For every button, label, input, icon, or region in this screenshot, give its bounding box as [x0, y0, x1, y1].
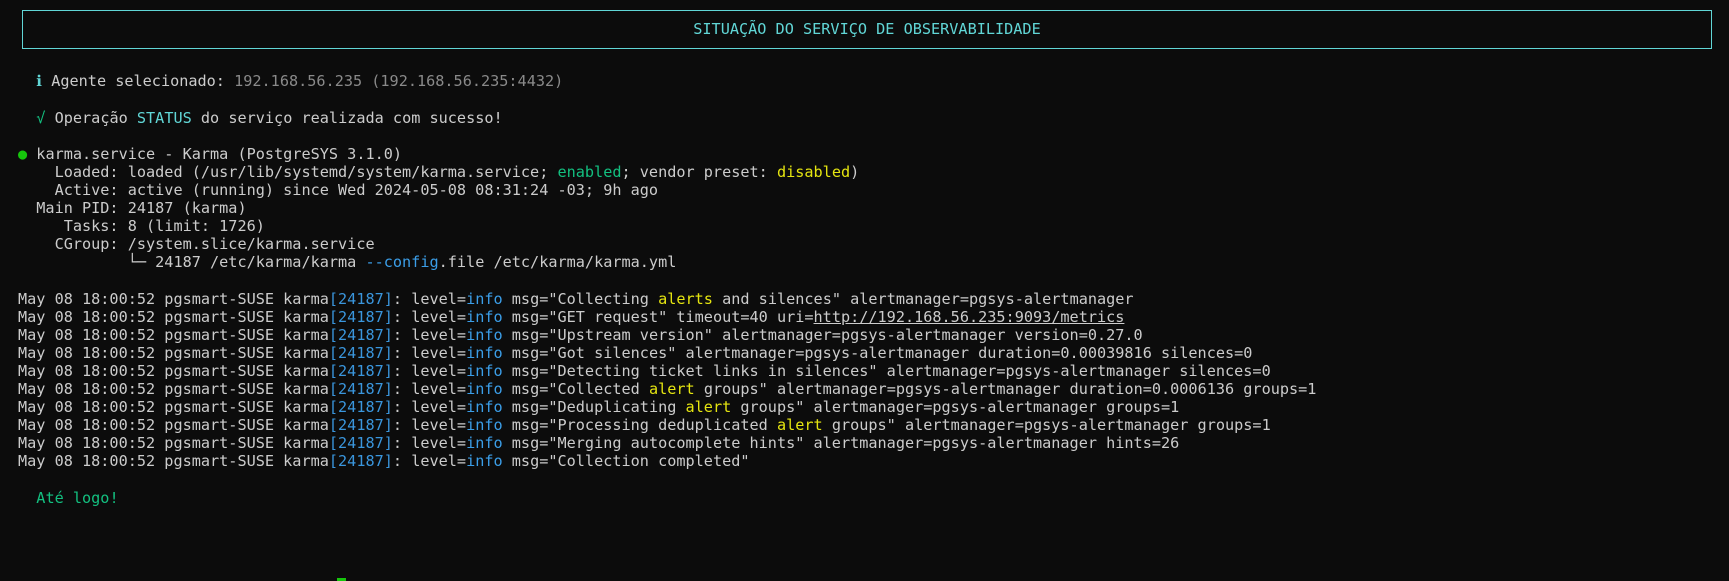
- operation-keyword: STATUS: [136, 109, 192, 127]
- log-prefix: May 08 18:00:52 pgsmart-SUSE karma: [18, 326, 329, 344]
- log-message-rest: groups" alertmanager=pgsys-alertmanager …: [694, 380, 1317, 398]
- goodbye-line: Até logo!: [18, 488, 1729, 508]
- operation-prefix: Operação: [45, 109, 137, 127]
- log-url-link[interactable]: http://192.168.56.235:9093/metrics: [814, 308, 1125, 326]
- cgroup-child-suffix: .file /etc/karma/karma.yml: [438, 253, 677, 271]
- status-dot-icon: ●: [18, 145, 28, 163]
- log-line: May 08 18:00:52 pgsmart-SUSE karma[24187…: [18, 397, 1729, 417]
- log-message: msg="Merging autocomplete hints" alertma…: [502, 434, 1180, 452]
- log-level-label: : level=: [392, 308, 467, 326]
- cgroup-child-prefix: └─ 24187 /etc/karma/karma: [18, 253, 366, 271]
- log-level-label: : level=: [392, 326, 467, 344]
- log-prefix: May 08 18:00:52 pgsmart-SUSE karma: [18, 434, 329, 452]
- log-message: msg="Collection completed": [502, 452, 750, 470]
- log-line: May 08 18:00:52 pgsmart-SUSE karma[24187…: [18, 343, 1729, 363]
- log-level-value: info: [466, 380, 503, 398]
- loaded-mid: ; vendor preset:: [621, 163, 777, 181]
- service-cgroup-child-line: └─ 24187 /etc/karma/karma --config.file …: [18, 252, 1729, 272]
- log-line: May 08 18:00:52 pgsmart-SUSE karma[24187…: [18, 451, 1729, 471]
- log-level-value: info: [466, 434, 503, 452]
- log-level-value: info: [466, 416, 503, 434]
- log-level-label: : level=: [392, 452, 467, 470]
- log-message: msg="Upstream version" alertmanager=pgsy…: [502, 326, 1143, 344]
- log-level-label: : level=: [392, 344, 467, 362]
- service-active-line: Active: active (running) since Wed 2024-…: [18, 181, 659, 199]
- log-prefix: May 08 18:00:52 pgsmart-SUSE karma: [18, 362, 329, 380]
- log-message-rest: groups" alertmanager=pgsys-alertmanager …: [731, 398, 1180, 416]
- log-pid: [24187]: [328, 344, 393, 362]
- log-prefix: May 08 18:00:52 pgsmart-SUSE karma: [18, 290, 329, 308]
- log-level-label: : level=: [392, 416, 467, 434]
- log-level-label: : level=: [392, 380, 467, 398]
- log-line: May 08 18:00:52 pgsmart-SUSE karma[24187…: [18, 379, 1729, 399]
- goodbye-text: Até logo!: [36, 489, 119, 507]
- log-line: May 08 18:00:52 pgsmart-SUSE karma[24187…: [18, 307, 1729, 327]
- log-level-label: : level=: [392, 290, 467, 308]
- log-message: msg="Processing deduplicated: [502, 416, 777, 434]
- log-message: msg="Detecting ticket links in silences"…: [502, 362, 1271, 380]
- log-pid: [24187]: [328, 380, 393, 398]
- log-prefix: May 08 18:00:52 pgsmart-SUSE karma: [18, 344, 329, 362]
- log-message: msg="Collecting: [502, 290, 659, 308]
- log-level-value: info: [466, 308, 503, 326]
- log-message-rest: and silences" alertmanager=pgsys-alertma…: [712, 290, 1134, 308]
- log-level-label: : level=: [392, 434, 467, 452]
- log-level-value: info: [466, 326, 503, 344]
- log-line: May 08 18:00:52 pgsmart-SUSE karma[24187…: [18, 289, 1729, 309]
- log-message: msg="Collected: [502, 380, 649, 398]
- log-prefix: May 08 18:00:52 pgsmart-SUSE karma: [18, 308, 329, 326]
- log-level-value: info: [466, 290, 503, 308]
- log-prefix: May 08 18:00:52 pgsmart-SUSE karma: [18, 380, 329, 398]
- log-highlight: alert: [776, 416, 823, 434]
- loaded-prefix: Loaded: loaded (/usr/lib/systemd/system/…: [18, 163, 558, 181]
- log-pid: [24187]: [328, 434, 393, 452]
- loaded-disabled: disabled: [776, 163, 851, 181]
- service-tasks-line: Tasks: 8 (limit: 1726): [18, 217, 265, 235]
- log-message: msg="GET request" timeout=40 uri=: [502, 308, 814, 326]
- log-line: May 08 18:00:52 pgsmart-SUSE karma[24187…: [18, 415, 1729, 435]
- agent-label: Agente selecionado:: [42, 72, 235, 90]
- log-prefix: May 08 18:00:52 pgsmart-SUSE karma: [18, 398, 329, 416]
- log-message: msg="Got silences" alertmanager=pgsys-al…: [502, 344, 1253, 362]
- log-level-label: : level=: [392, 398, 467, 416]
- cgroup-child-flag: --config: [365, 253, 439, 271]
- log-message-rest: groups" alertmanager=pgsys-alertmanager …: [822, 416, 1271, 434]
- log-pid: [24187]: [328, 326, 393, 344]
- log-pid: [24187]: [328, 398, 393, 416]
- log-pid: [24187]: [328, 308, 393, 326]
- log-level-label: : level=: [392, 362, 467, 380]
- service-cgroup-line: CGroup: /system.slice/karma.service: [18, 235, 375, 253]
- log-level-value: info: [466, 362, 503, 380]
- loaded-enabled: enabled: [557, 163, 622, 181]
- loaded-end: ): [850, 163, 860, 181]
- log-highlight: alert: [648, 380, 695, 398]
- operation-line: √ Operação STATUS do serviço realizada c…: [18, 108, 1729, 128]
- agent-line: ℹ Agente selecionado: 192.168.56.235 (19…: [18, 71, 1729, 91]
- log-line: May 08 18:00:52 pgsmart-SUSE karma[24187…: [18, 361, 1729, 381]
- service-pid-line: Main PID: 24187 (karma): [18, 199, 247, 217]
- log-level-value: info: [466, 398, 503, 416]
- log-pid: [24187]: [328, 362, 393, 380]
- status-banner: SITUAÇÃO DO SERVIÇO DE OBSERVABILIDADE: [22, 10, 1712, 49]
- log-pid: [24187]: [328, 290, 393, 308]
- log-pid: [24187]: [328, 416, 393, 434]
- operation-suffix: do serviço realizada com sucesso!: [191, 109, 503, 127]
- log-level-value: info: [466, 452, 503, 470]
- log-line: May 08 18:00:52 pgsmart-SUSE karma[24187…: [18, 325, 1729, 345]
- log-pid: [24187]: [328, 452, 393, 470]
- log-highlight: alerts: [658, 290, 713, 308]
- agent-value: 192.168.56.235 (192.168.56.235:4432): [234, 72, 564, 90]
- log-highlight: alert: [685, 398, 732, 416]
- service-loaded-line: Loaded: loaded (/usr/lib/systemd/system/…: [18, 162, 1729, 182]
- service-header-line: ● karma.service - Karma (PostgreSYS 3.1.…: [18, 144, 1729, 164]
- service-header: karma.service - Karma (PostgreSYS 3.1.0): [27, 145, 403, 163]
- log-prefix: May 08 18:00:52 pgsmart-SUSE karma: [18, 452, 329, 470]
- log-level-value: info: [466, 344, 503, 362]
- log-prefix: May 08 18:00:52 pgsmart-SUSE karma: [18, 416, 329, 434]
- log-message: msg="Deduplicating: [502, 398, 686, 416]
- log-line: May 08 18:00:52 pgsmart-SUSE karma[24187…: [18, 433, 1729, 453]
